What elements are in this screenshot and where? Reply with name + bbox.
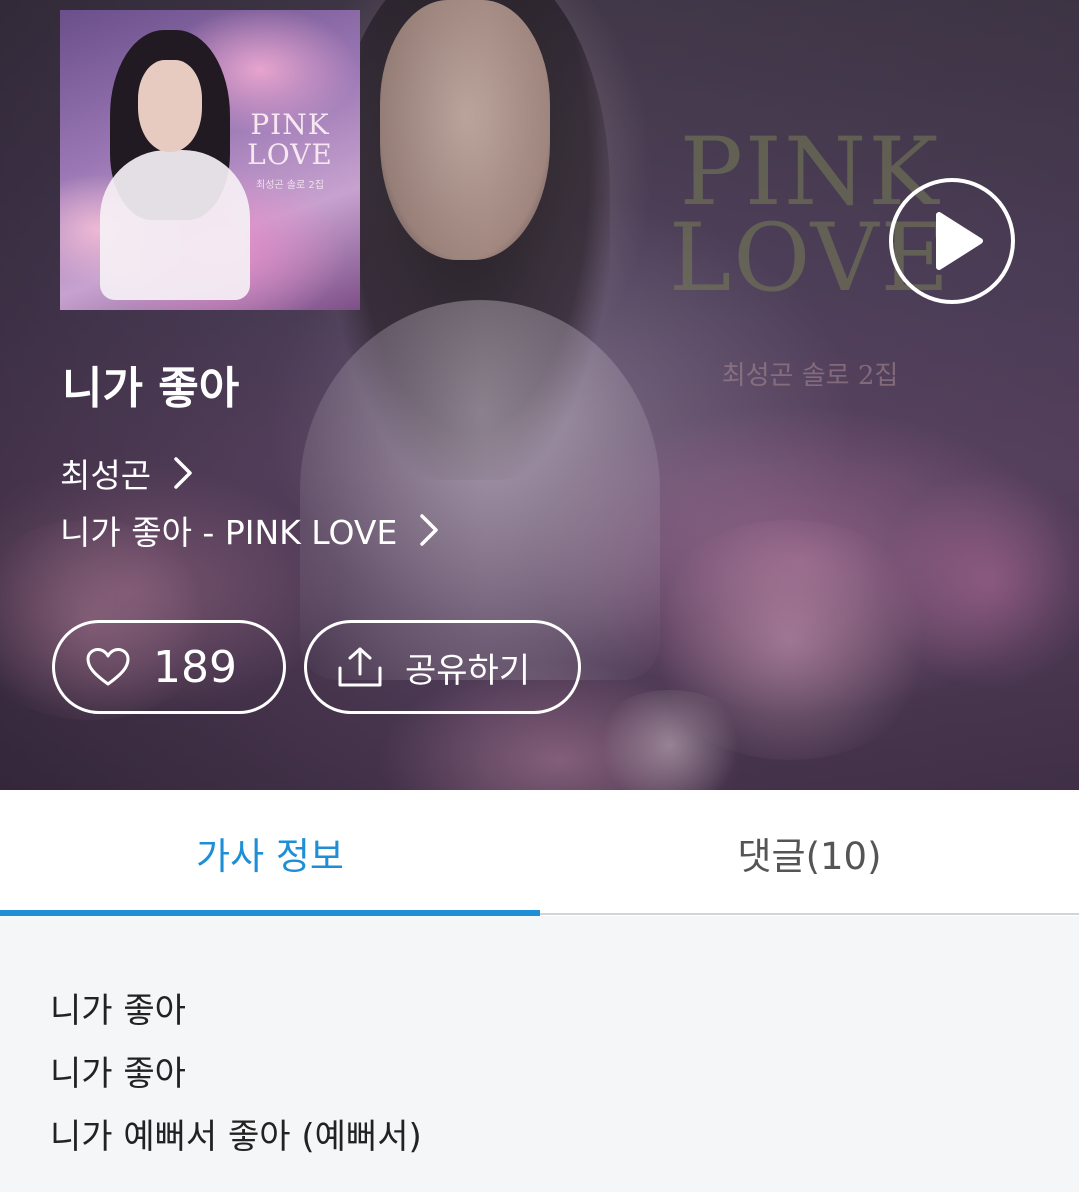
share-icon bbox=[338, 647, 382, 687]
share-label: 공유하기 bbox=[405, 650, 531, 691]
play-icon bbox=[936, 212, 983, 270]
song-header: PINK LOVE 최성곤 솔로 2집 PINK LOVE 최성곤 솔로 2집 … bbox=[0, 0, 1079, 790]
share-button[interactable]: 공유하기 bbox=[304, 620, 581, 714]
album-name: 니가 좋아 - PINK LOVE bbox=[60, 513, 398, 552]
cover-artist-face bbox=[138, 60, 202, 152]
tab-lyrics[interactable]: 가사 정보 bbox=[0, 790, 540, 916]
album-link[interactable]: 니가 좋아 - PINK LOVE bbox=[60, 508, 439, 552]
active-tab-indicator bbox=[0, 910, 540, 916]
cover-album-subtitle: 최성곤 솔로 2집 bbox=[256, 180, 324, 191]
tab-bar: 가사 정보 댓글(10) bbox=[0, 790, 1079, 916]
tab-lyrics-label: 가사 정보 bbox=[196, 835, 344, 878]
background-album-subtitle: 최성곤 솔로 2집 bbox=[721, 361, 899, 391]
lyric-line: 니가 좋아 bbox=[50, 1054, 186, 1094]
play-button[interactable] bbox=[889, 178, 1015, 304]
artist-link[interactable]: 최성곤 bbox=[60, 451, 193, 495]
like-count: 189 bbox=[153, 641, 237, 693]
tab-comments[interactable]: 댓글(10) bbox=[540, 790, 1079, 916]
album-cover: PINK LOVE 최성곤 솔로 2집 bbox=[60, 10, 360, 310]
chevron-right-icon bbox=[174, 457, 192, 489]
chevron-right-icon bbox=[420, 514, 439, 546]
cover-album-title: PINK LOVE bbox=[247, 108, 333, 171]
tab-divider bbox=[540, 913, 1079, 915]
like-button[interactable]: 189 bbox=[52, 620, 286, 714]
song-title: 니가 좋아 bbox=[62, 363, 240, 414]
heart-icon bbox=[86, 648, 130, 686]
tab-comments-label: 댓글(10) bbox=[737, 835, 882, 878]
lyric-line: 니가 좋아 bbox=[50, 991, 186, 1031]
cover-artist-body bbox=[100, 150, 250, 300]
artist-name: 최성곤 bbox=[60, 456, 152, 495]
lyrics-panel: 니가 좋아 니가 좋아 니가 예뻐서 좋아 (예뻐서) bbox=[50, 980, 1030, 1169]
lyric-line: 니가 예뻐서 좋아 (예뻐서) bbox=[50, 1117, 422, 1157]
